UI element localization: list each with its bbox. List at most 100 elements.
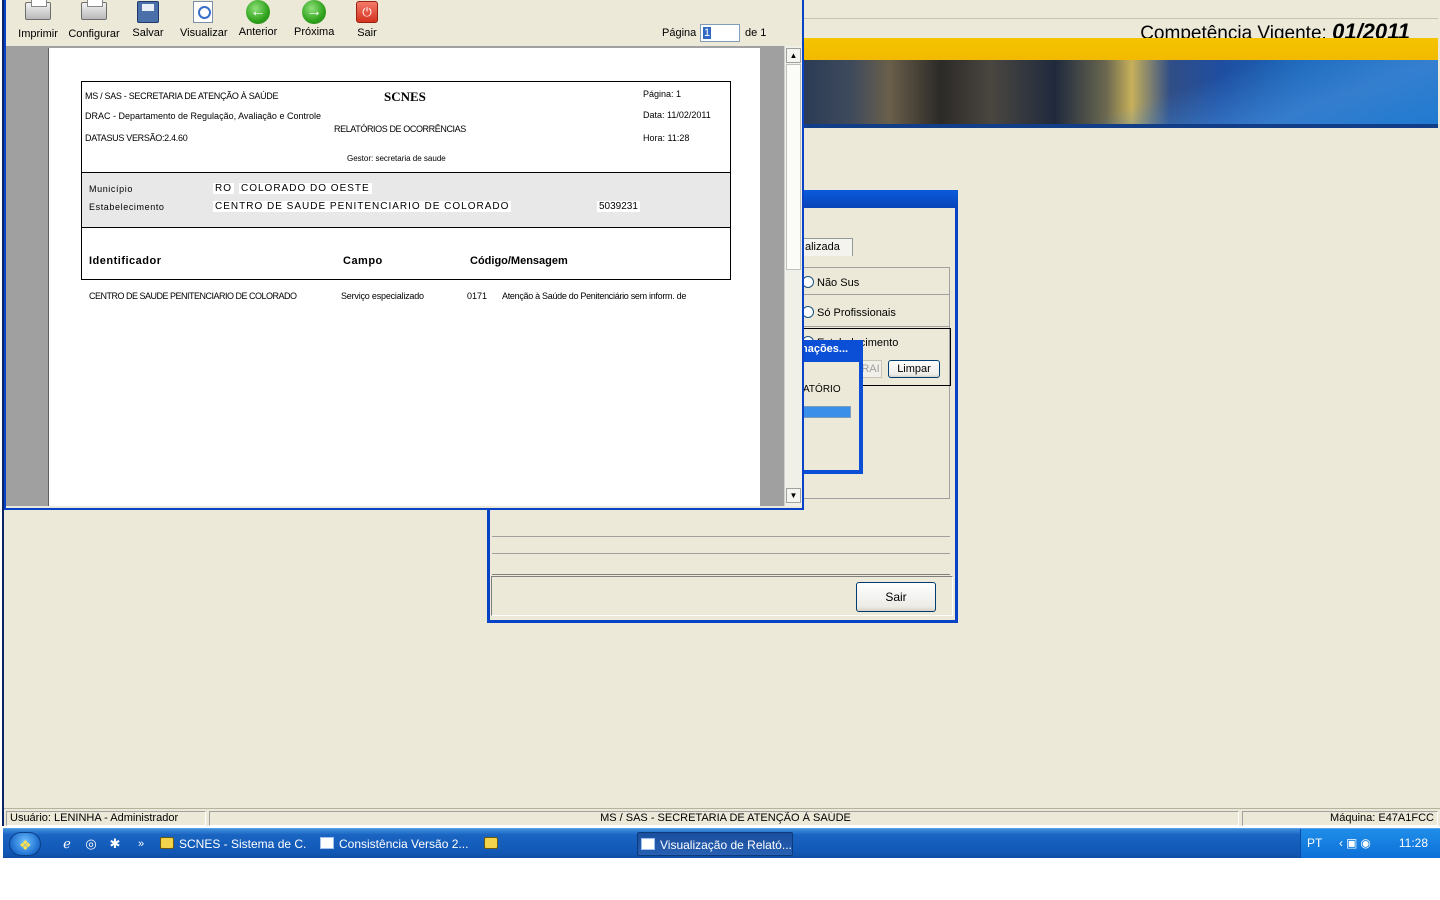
taskbar-label: SCNES - Sistema de C... [179,837,307,851]
window-icon [320,837,334,849]
radio-nao-sus[interactable]: Não Sus [802,276,859,290]
more-quicklaunch-icon[interactable]: » [133,836,149,852]
col-codigo: Código/Mensagem [470,255,568,267]
report-version: DATASUS VERSÃO:2.4.60 [85,133,188,143]
taskbar-label: Consistência Versão 2... [339,837,469,851]
start-button[interactable]: ❖ [9,832,41,856]
app-header: Competência Vigente: 01/2011 [800,0,1438,44]
limpar-button[interactable]: Limpar [888,360,940,378]
save-icon [137,1,159,23]
divider [492,536,950,537]
report-title: RELATÓRIOS DE OCORRÊNCIAS [334,124,466,134]
anterior-button[interactable]: ← Anterior [238,0,278,38]
info-dialog-body: ATÓRIO [801,362,859,470]
arrow-right-icon: → [302,0,326,24]
row-identificador: CENTRO DE SAUDE PENITENCIARIO DE COLORAD… [89,291,297,301]
vertical-scrollbar[interactable]: ▲ ▼ [784,46,802,506]
toolbar-label: Próxima [294,26,335,38]
window-icon [641,838,655,850]
system-tray: PT ‹▣◉ 11:28 [1300,829,1440,858]
radio-label: Não Sus [817,277,860,289]
printer-settings-icon [81,0,107,20]
taskbar-label: Visualização de Relató... [660,838,792,852]
desktop: Competência Vigente: 01/2011 alizada Não… [0,0,1440,900]
language-indicator[interactable]: PT [1307,836,1322,850]
sair-toolbar-button[interactable]: ⏻ Sair [352,0,382,39]
quicklaunch-icon[interactable]: ◎ [83,836,99,852]
estabelecimento-code: 5039231 [597,201,640,212]
taskbar-button-consistencia[interactable]: Consistência Versão 2... [317,832,477,856]
row-mensagem: Atenção à Saúde do Penitenciário sem inf… [502,291,687,301]
report-system: SCNES [384,89,426,104]
status-bar: Usuário: LENINHA - Administrador MS / SA… [4,808,1440,826]
estabelecimento-name: CENTRO DE SAUDE PENITENCIARIO DE COLORAD… [213,201,512,212]
proxima-button[interactable]: → Próxima [294,0,334,38]
exit-icon: ⏻ [356,1,378,23]
status-org: MS / SAS - SECRETARIA DE ATENÇÃO À SAÚDE [209,811,1239,826]
arrow-left-icon: ← [246,0,270,24]
tab-atualizada[interactable]: alizada [803,238,853,256]
progress-bar [803,406,851,418]
divider [492,574,950,575]
page-label: Página [662,27,697,39]
report-page-number: Página: 1 [643,89,682,99]
scroll-up-button[interactable]: ▲ [786,48,801,63]
taskbar-button-app[interactable] [481,832,505,856]
report-time: Hora: 11:28 [643,133,690,143]
status-machine: Máquina: E47A1FCC [1242,811,1438,826]
report-gestor: Gestor: secretaria de saude [347,154,446,163]
divider [800,326,950,327]
configurar-button[interactable]: Configurar [68,0,120,40]
scnes-app-icon [160,837,174,849]
municipio-name: COLORADO DO OESTE [239,183,372,194]
gerar-button[interactable]: RAI [860,360,882,378]
progress-fill [804,407,850,417]
municipio-label: Município [89,184,133,194]
radio-so-profissionais[interactable]: Só Profissionais [802,306,896,320]
document-area: MS / SAS - SECRETARIA DE ATENÇÃO À SAÚDE… [6,46,784,506]
tray-icons[interactable]: ‹▣◉ [1339,836,1374,850]
col-campo: Campo [343,255,383,267]
viewer-toolbar: Imprimir Configurar Salvar Visualizar ← … [6,0,802,44]
imprimir-button[interactable]: Imprimir [18,0,58,40]
info-dialog: nações... ATÓRIO [801,340,863,474]
internet-explorer-icon[interactable]: ℯ [59,836,75,852]
sair-button[interactable]: Sair [856,582,936,612]
banner-bottom-line [800,124,1438,128]
clock[interactable]: 11:28 [1399,836,1428,850]
toolbar-label: Anterior [238,26,278,38]
toolbar-label: Visualizar [180,27,228,39]
row-codigo: 0171 [467,291,488,301]
taskbar-button-scnes[interactable]: SCNES - Sistema de C... [157,832,307,856]
report-dept: DRAC - Departamento de Regulação, Avalia… [85,111,321,121]
visualizar-button[interactable]: Visualizar [180,0,228,39]
scnes-app-icon [484,837,498,849]
header-banner-image [800,60,1438,126]
toolbar-label: Sair [357,27,377,39]
scroll-thumb[interactable] [786,64,801,270]
report-date: Data: 11/02/2011 [643,110,711,120]
salvar-button[interactable]: Salvar [130,0,166,39]
page-number-input[interactable]: 1 [700,24,740,42]
toolbar-label: Salvar [132,27,164,39]
toolbar-label: Imprimir [18,28,58,40]
windows-logo-icon: ❖ [19,837,32,853]
printer-icon [25,0,51,20]
page-count: de 1 [745,27,767,39]
taskbar-button-visualizacao[interactable]: Visualização de Relató... [637,832,793,856]
info-dialog-title[interactable]: nações... [801,343,848,355]
row-campo: Serviço especializado [341,291,424,301]
radio-label: Só Profissionais [817,307,896,319]
row-clip-line [81,305,731,307]
status-user: Usuário: LENINHA - Administrador [6,811,206,826]
scroll-down-button[interactable]: ▼ [786,488,801,503]
windows-taskbar: ❖ ℯ ◎ ✱ » SCNES - Sistema de C... Consis… [3,828,1440,858]
municipio-uf: RO [213,183,234,194]
report-viewer-window: Imprimir Configurar Salvar Visualizar ← … [4,0,804,510]
report-columns-box [81,228,731,280]
report-page: MS / SAS - SECRETARIA DE ATENÇÃO À SAÚDE… [48,48,760,506]
header-yellow-band [800,38,1438,60]
quicklaunch-tool-icon[interactable]: ✱ [107,836,123,852]
page-number-value: 1 [703,27,712,39]
report-org: MS / SAS - SECRETARIA DE ATENÇÃO À SAÚDE [85,91,279,101]
